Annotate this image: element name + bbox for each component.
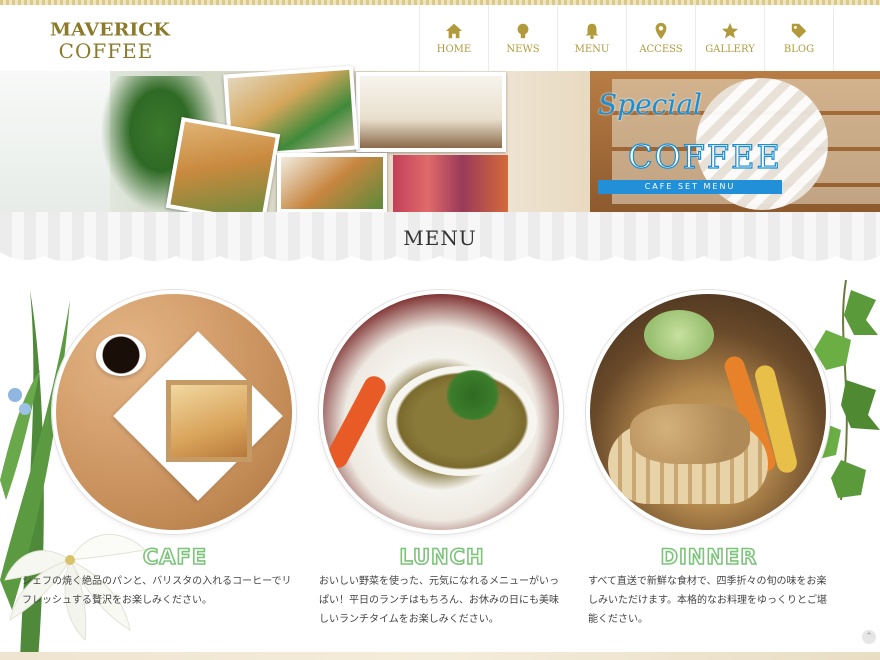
lunch-text: おいしい野菜を使った、元気になれるメニューがいっぱい！平日のランチはもちろん、お… — [319, 576, 559, 625]
nav-access[interactable]: ACCESS — [626, 5, 695, 71]
toast — [166, 380, 252, 462]
cafe-title: CAFE — [142, 544, 208, 570]
logo-line2: COFFEE — [58, 39, 154, 63]
nav-gallery[interactable]: GALLERY — [695, 5, 764, 71]
dinner-photo[interactable] — [586, 290, 830, 534]
lunch-title: LUNCH — [399, 544, 485, 570]
cabbage — [644, 310, 714, 360]
logo-line1: MAVERICK — [50, 19, 170, 41]
nav-blog[interactable]: BLOG — [764, 5, 834, 71]
potatoes — [630, 404, 750, 464]
home-icon — [445, 23, 463, 38]
star-icon — [721, 22, 739, 38]
nav-home-label: HOME — [436, 43, 472, 55]
photo-salad-bowl — [277, 153, 387, 213]
syrup-cup — [96, 334, 146, 376]
nav-menu-label: MENU — [574, 43, 610, 55]
herbs — [443, 370, 503, 420]
photo-sofa — [393, 155, 508, 212]
wave-divider — [0, 252, 880, 272]
dinner-title: DINNER — [660, 544, 758, 570]
cafe-text: シェフの焼く絶品のパンと、バリスタの入れるコーヒーでリフレッシュする贅沢をお楽し… — [22, 576, 292, 606]
chevron-up-icon[interactable]: ⌃ — [862, 630, 876, 644]
nav-home[interactable]: HOME — [419, 5, 488, 71]
special-title: COFFEE — [627, 137, 782, 176]
map-pin-icon — [655, 22, 667, 39]
nav-news-label: NEWS — [506, 43, 540, 55]
logo[interactable]: MAVERICK COFFEE — [50, 19, 170, 65]
special-script: Special — [598, 88, 702, 121]
special-subtitle: CAFE SET MENU — [598, 180, 782, 194]
photo-cafe-interior — [356, 72, 506, 152]
lightbulb-icon — [517, 23, 529, 38]
nav-blog-label: BLOG — [783, 43, 815, 55]
lunch-photo[interactable] — [319, 290, 563, 534]
nav-news[interactable]: NEWS — [488, 5, 557, 71]
banner-window — [0, 71, 110, 212]
section-title: MENU — [403, 226, 477, 250]
main-nav: HOME NEWS MENU ACCESS GALLERY BLOG — [419, 5, 834, 71]
cafe-photo[interactable] — [52, 290, 296, 534]
tag-icon — [791, 23, 807, 38]
dinner-text: すべて直送で新鮮な食材で、四季折々の旬の味をお楽しみいただけます。本格的なお料理… — [588, 576, 827, 625]
nav-menu[interactable]: MENU — [557, 5, 626, 71]
nav-gallery-label: GALLERY — [705, 43, 755, 55]
carrot — [323, 372, 390, 472]
nav-access-label: ACCESS — [639, 43, 683, 55]
bell-icon — [585, 23, 599, 39]
photo-sandwich — [165, 117, 281, 225]
bottom-wood-strip — [0, 652, 880, 660]
